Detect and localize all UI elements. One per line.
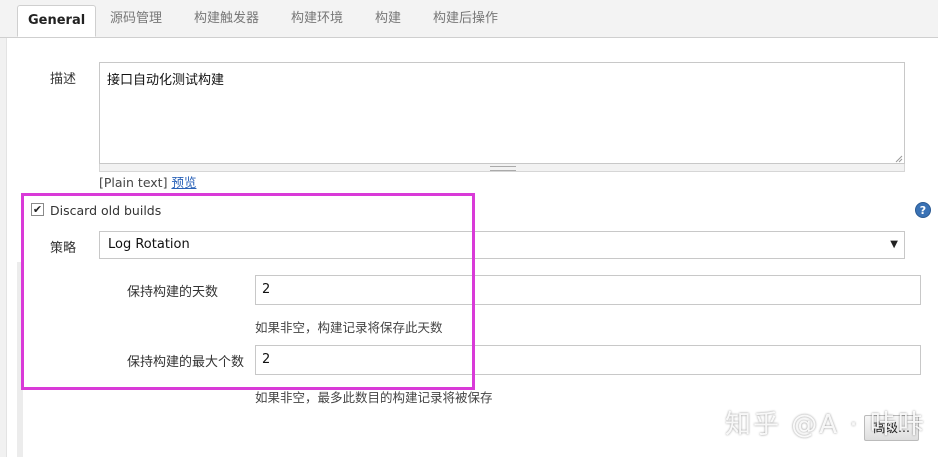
description-label: 描述 [50,72,77,87]
days-to-keep-hint: 如果非空，构建记录将保存此天数 [255,320,443,335]
strategy-select[interactable]: Log Rotation ▼ [99,231,905,259]
max-builds-hint: 如果非空，最多此数目的构建记录将被保存 [255,390,493,405]
dropdown-arrow-icon: ▼ [890,239,898,250]
resize-grip-icon [490,166,516,171]
tab-build-environment[interactable]: 构建环境 [291,0,343,37]
days-to-keep-input[interactable]: 2 [255,275,921,305]
discard-old-builds-checkbox[interactable]: ✔ [31,203,44,216]
resize-corner-icon[interactable] [895,155,903,163]
discard-old-builds-label: Discard old builds [50,203,162,218]
tab-bar: General 源码管理 构建触发器 构建环境 构建 构建后操作 [0,0,938,38]
preview-link[interactable]: 预览 [171,175,196,190]
watermark: 知乎 @A · 咔咔 [725,410,926,440]
tab-post-build[interactable]: 构建后操作 [433,0,498,37]
tab-build-triggers[interactable]: 构建触发器 [194,0,259,37]
max-builds-input[interactable]: 2 [255,345,921,375]
format-row: [Plain text] 预览 [99,172,196,191]
days-to-keep-label: 保持构建的天数 [127,285,219,300]
help-icon[interactable]: ? [915,202,931,218]
plain-text-label: [Plain text] [99,175,168,190]
tab-build[interactable]: 构建 [375,0,401,37]
textarea-resize-handle[interactable] [99,164,905,172]
tab-source-control[interactable]: 源码管理 [110,0,162,37]
tab-general[interactable]: General [17,5,97,37]
strategy-selected-value: Log Rotation [108,237,190,252]
left-border [0,38,7,457]
strategy-label: 策略 [50,241,77,256]
max-builds-label: 保持构建的最大个数 [127,355,245,370]
description-textarea[interactable]: 接口自动化测试构建 [99,62,905,164]
